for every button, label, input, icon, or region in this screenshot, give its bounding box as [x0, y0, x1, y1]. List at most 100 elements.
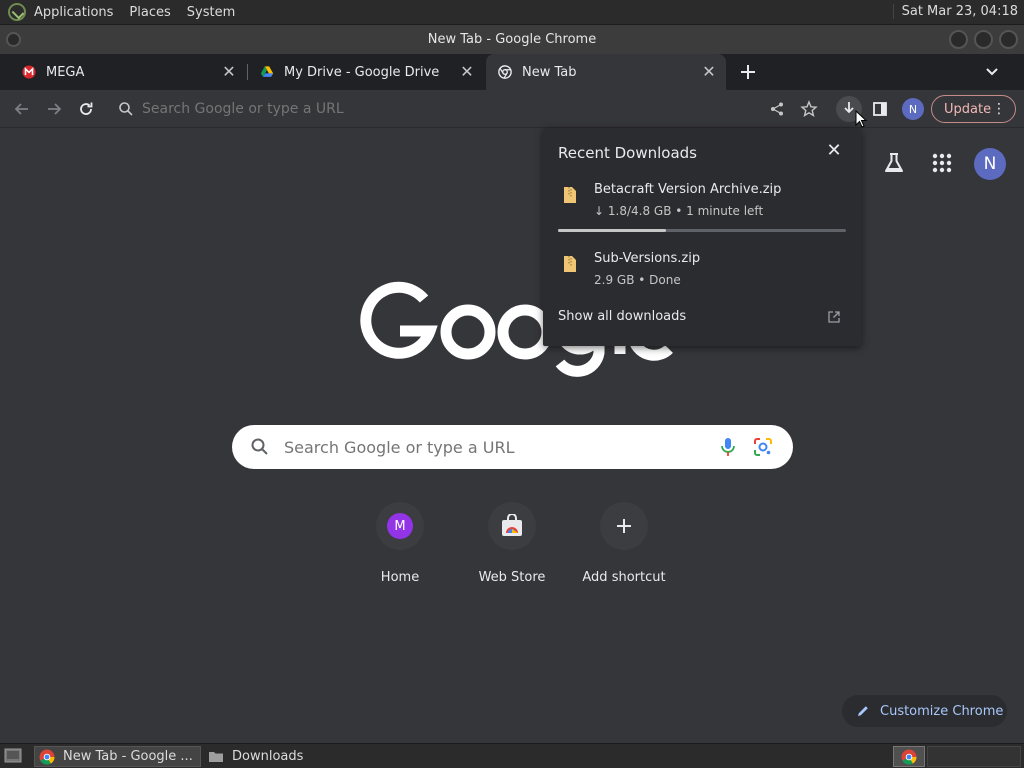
tray-chrome-icon[interactable]	[893, 746, 925, 767]
update-label: Update	[944, 101, 992, 117]
window-menu-button[interactable]	[6, 32, 21, 47]
new-tab-button[interactable]	[736, 60, 760, 84]
download-item[interactable]: Betacraft Version Archive.zip ↓ 1.8/4.8 …	[543, 180, 861, 230]
account-avatar[interactable]: N	[974, 148, 1006, 180]
arrow-left-icon	[14, 103, 28, 115]
mega-icon	[22, 65, 36, 79]
download-filename: Betacraft Version Archive.zip	[594, 182, 782, 197]
chrome-icon	[901, 749, 917, 765]
chrome-web-store-icon	[502, 514, 522, 536]
side-panel-button[interactable]	[867, 96, 893, 122]
tab-search-button[interactable]	[980, 62, 1004, 82]
tab-label: MEGA	[46, 64, 85, 80]
plus-icon	[617, 519, 631, 533]
shortcut-tile: M	[376, 502, 424, 550]
download-filename: Sub-Versions.zip	[594, 251, 701, 266]
ntp-search-input[interactable]	[284, 437, 704, 457]
arrow-right-icon	[48, 103, 62, 115]
menu-places[interactable]: Places	[129, 5, 170, 20]
close-window-button[interactable]	[999, 30, 1018, 49]
distro-logo-icon[interactable]	[8, 3, 26, 21]
chrome-icon	[39, 749, 55, 765]
google-apps-button[interactable]	[928, 149, 956, 177]
taskbar-label: New Tab - Google ...	[63, 749, 193, 764]
download-progress-fill	[558, 229, 666, 232]
recent-downloads-bubble: Recent Downloads ✕ Betacraft Version Arc…	[543, 128, 861, 346]
customize-label: Customize Chrome	[880, 703, 1004, 719]
tab-label: New Tab	[522, 64, 577, 80]
update-button[interactable]: Update ⋮	[931, 95, 1016, 123]
zip-file-icon	[564, 187, 576, 203]
tab-new-tab[interactable]: New Tab ✕	[486, 54, 726, 90]
pencil-icon	[858, 706, 868, 716]
chrome-icon	[498, 65, 512, 79]
more-vertical-icon[interactable]: ⋮	[992, 101, 1006, 117]
tab-mega[interactable]: MEGA ✕	[10, 54, 246, 90]
show-desktop-icon[interactable]	[4, 748, 22, 764]
bubble-title: Recent Downloads	[558, 144, 697, 162]
side-panel-icon	[873, 102, 887, 116]
bookmark-button[interactable]	[796, 96, 822, 122]
labs-button[interactable]	[880, 149, 908, 177]
home-favicon: M	[387, 513, 413, 539]
download-status: ↓ 1.8/4.8 GB • 1 minute left	[594, 204, 764, 218]
taskbar-item-chrome[interactable]: New Tab - Google ...	[34, 746, 201, 767]
desktop-top-panel: Applications Places System Sat Mar 23, 0…	[0, 0, 1024, 25]
taskbar-label: Downloads	[232, 749, 304, 764]
taskbar-item-downloads[interactable]: Downloads	[204, 746, 384, 767]
shortcut-web-store[interactable]: Web Store	[456, 502, 568, 592]
download-progress-bar	[558, 229, 846, 232]
shortcut-label: Home	[380, 570, 420, 585]
open-external-icon[interactable]	[827, 310, 841, 324]
shortcut-label: Web Store	[478, 570, 546, 585]
tab-label: My Drive - Google Drive	[284, 64, 440, 80]
desktop-taskbar: New Tab - Google ... Downloads	[0, 743, 1024, 768]
clock[interactable]: Sat Mar 23, 04:18	[892, 4, 1018, 19]
window-titlebar[interactable]: New Tab - Google Chrome	[0, 25, 1024, 54]
shortcut-tile	[488, 502, 536, 550]
search-icon	[119, 102, 133, 116]
shortcut-label: Add shortcut	[582, 570, 666, 585]
close-icon[interactable]: ✕	[220, 63, 238, 81]
omnibox-input[interactable]	[142, 101, 742, 117]
shortcut-home[interactable]: M Home	[344, 502, 456, 592]
shortcut-tile	[600, 502, 648, 550]
close-icon[interactable]: ✕	[825, 142, 843, 160]
customize-chrome-button[interactable]: Customize Chrome	[842, 695, 1007, 727]
google-lens-icon[interactable]	[753, 437, 773, 457]
tab-google-drive[interactable]: My Drive - Google Drive ✕	[248, 54, 484, 90]
search-icon	[251, 438, 268, 455]
close-icon[interactable]: ✕	[700, 63, 718, 81]
browser-toolbar: N Update ⋮	[0, 90, 1024, 128]
new-tab-page: N M	[0, 129, 1024, 743]
menu-system[interactable]: System	[187, 5, 235, 20]
share-button[interactable]	[764, 96, 790, 122]
chevron-down-icon	[986, 68, 998, 76]
omnibox[interactable]	[108, 93, 828, 125]
reload-button[interactable]	[73, 96, 99, 122]
close-icon[interactable]: ✕	[458, 63, 476, 81]
profile-avatar-button[interactable]: N	[902, 98, 924, 120]
star-icon	[800, 100, 818, 117]
download-item[interactable]: Sub-Versions.zip 2.9 GB • Done	[543, 249, 861, 299]
shortcut-add[interactable]: Add shortcut	[568, 502, 680, 592]
tab-strip: MEGA ✕ My Drive - Google Drive ✕ New Tab…	[0, 54, 1024, 90]
flask-icon	[885, 153, 903, 172]
reload-icon	[80, 102, 93, 115]
workspace-switcher[interactable]	[927, 746, 1021, 767]
forward-button[interactable]	[41, 96, 67, 122]
google-drive-icon	[260, 66, 274, 77]
share-icon	[771, 102, 783, 116]
download-status: 2.9 GB • Done	[594, 273, 681, 287]
apps-grid-icon	[932, 153, 952, 173]
menu-applications[interactable]: Applications	[34, 5, 113, 20]
show-all-downloads-link[interactable]: Show all downloads	[558, 309, 686, 324]
ntp-search-box[interactable]	[232, 425, 793, 469]
maximize-button[interactable]	[974, 30, 993, 49]
minimize-button[interactable]	[949, 30, 968, 49]
zip-file-icon	[564, 256, 576, 272]
microphone-icon[interactable]	[718, 436, 738, 458]
back-button[interactable]	[9, 96, 35, 122]
folder-icon	[209, 751, 223, 762]
plus-icon	[741, 65, 755, 79]
